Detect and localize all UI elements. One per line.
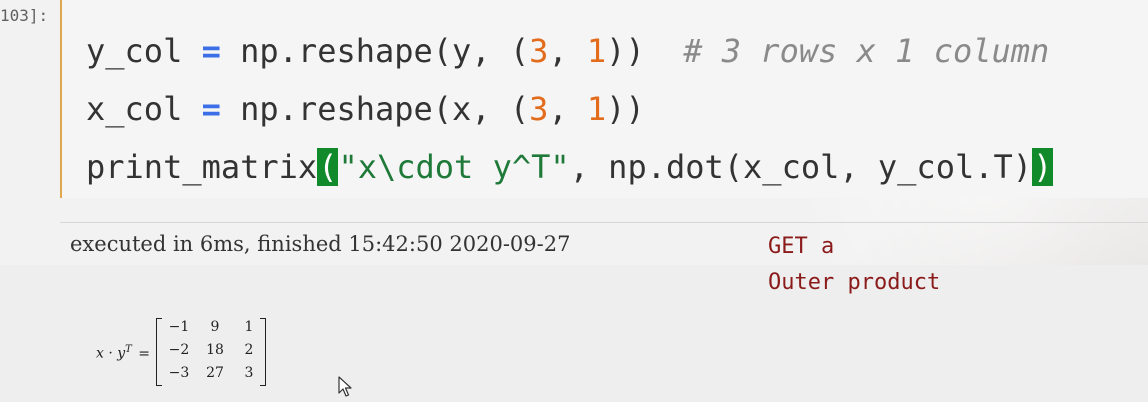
annotation-line-1: GET a — [768, 234, 835, 259]
code-token: )) — [606, 32, 684, 70]
code-token: 3 — [529, 90, 549, 128]
matrix-cell: 9 — [210, 319, 220, 335]
notebook-cell[interactable]: 103]: y_col = np.reshape(y, (3, 1)) # 3 … — [0, 0, 1148, 222]
result-matrix: −1 9 1 −2 18 2 −3 27 3 — [156, 318, 266, 386]
matrix-cell: 27 — [206, 365, 224, 381]
code-token: = — [201, 90, 221, 128]
code-editor[interactable]: y_col = np.reshape(y, (3, 1)) # 3 rows x… — [60, 0, 1148, 198]
code-token: , — [548, 32, 587, 70]
code-token: y_col — [86, 32, 202, 70]
code-token: np.reshape(x, ( — [220, 90, 530, 128]
code-token: # 3 rows x 1 column — [683, 32, 1050, 70]
matrix-cell: 1 — [244, 319, 254, 335]
matrix-cell: 2 — [244, 342, 254, 358]
matrix-cell: −1 — [168, 319, 190, 335]
code-token: np.reshape(y, ( — [220, 32, 530, 70]
matrix-cell: −3 — [168, 365, 190, 381]
code-block[interactable]: y_col = np.reshape(y, (3, 1)) # 3 rows x… — [86, 22, 1054, 196]
code-line-3[interactable]: print_matrix("x\cdot y^T", np.dot(x_col,… — [86, 138, 1054, 196]
lhs-transpose: T — [125, 344, 132, 355]
code-token: , — [548, 90, 587, 128]
matrix-cell: −2 — [168, 342, 190, 358]
code-line-2[interactable]: x_col = np.reshape(x, (3, 1)) — [86, 80, 1053, 138]
code-token: print_matrix — [86, 148, 318, 186]
code-token: x_col — [86, 90, 202, 128]
lhs-equals: = — [138, 345, 151, 362]
code-token: 1 — [586, 90, 607, 128]
code-token: = — [201, 32, 221, 70]
code-token: ) — [1032, 148, 1054, 186]
lhs-base: x · y — [96, 345, 126, 362]
code-token: , np.dot(x_col, y_col.T) — [569, 148, 1033, 186]
cell-prompt: 103]: — [0, 6, 49, 25]
code-token: 1 — [586, 32, 607, 70]
cell-divider — [60, 222, 1148, 223]
matrix-cell: 18 — [206, 342, 224, 358]
execution-info: executed in 6ms, finished 15:42:50 2020-… — [70, 232, 571, 256]
code-token: 3 — [529, 32, 549, 70]
code-token: ( — [317, 148, 339, 186]
code-token: )) — [606, 90, 645, 128]
mouse-pointer-icon — [338, 376, 352, 397]
annotation-line-2: Outer product — [768, 270, 941, 295]
matrix-left-bracket — [156, 318, 162, 386]
code-line-1[interactable]: y_col = np.reshape(y, (3, 1)) # 3 rows x… — [86, 22, 1053, 80]
equation-lhs: x · yT = — [96, 344, 150, 362]
code-token: "x\cdot y^T" — [338, 148, 570, 186]
matrix-cell: 3 — [244, 365, 254, 381]
